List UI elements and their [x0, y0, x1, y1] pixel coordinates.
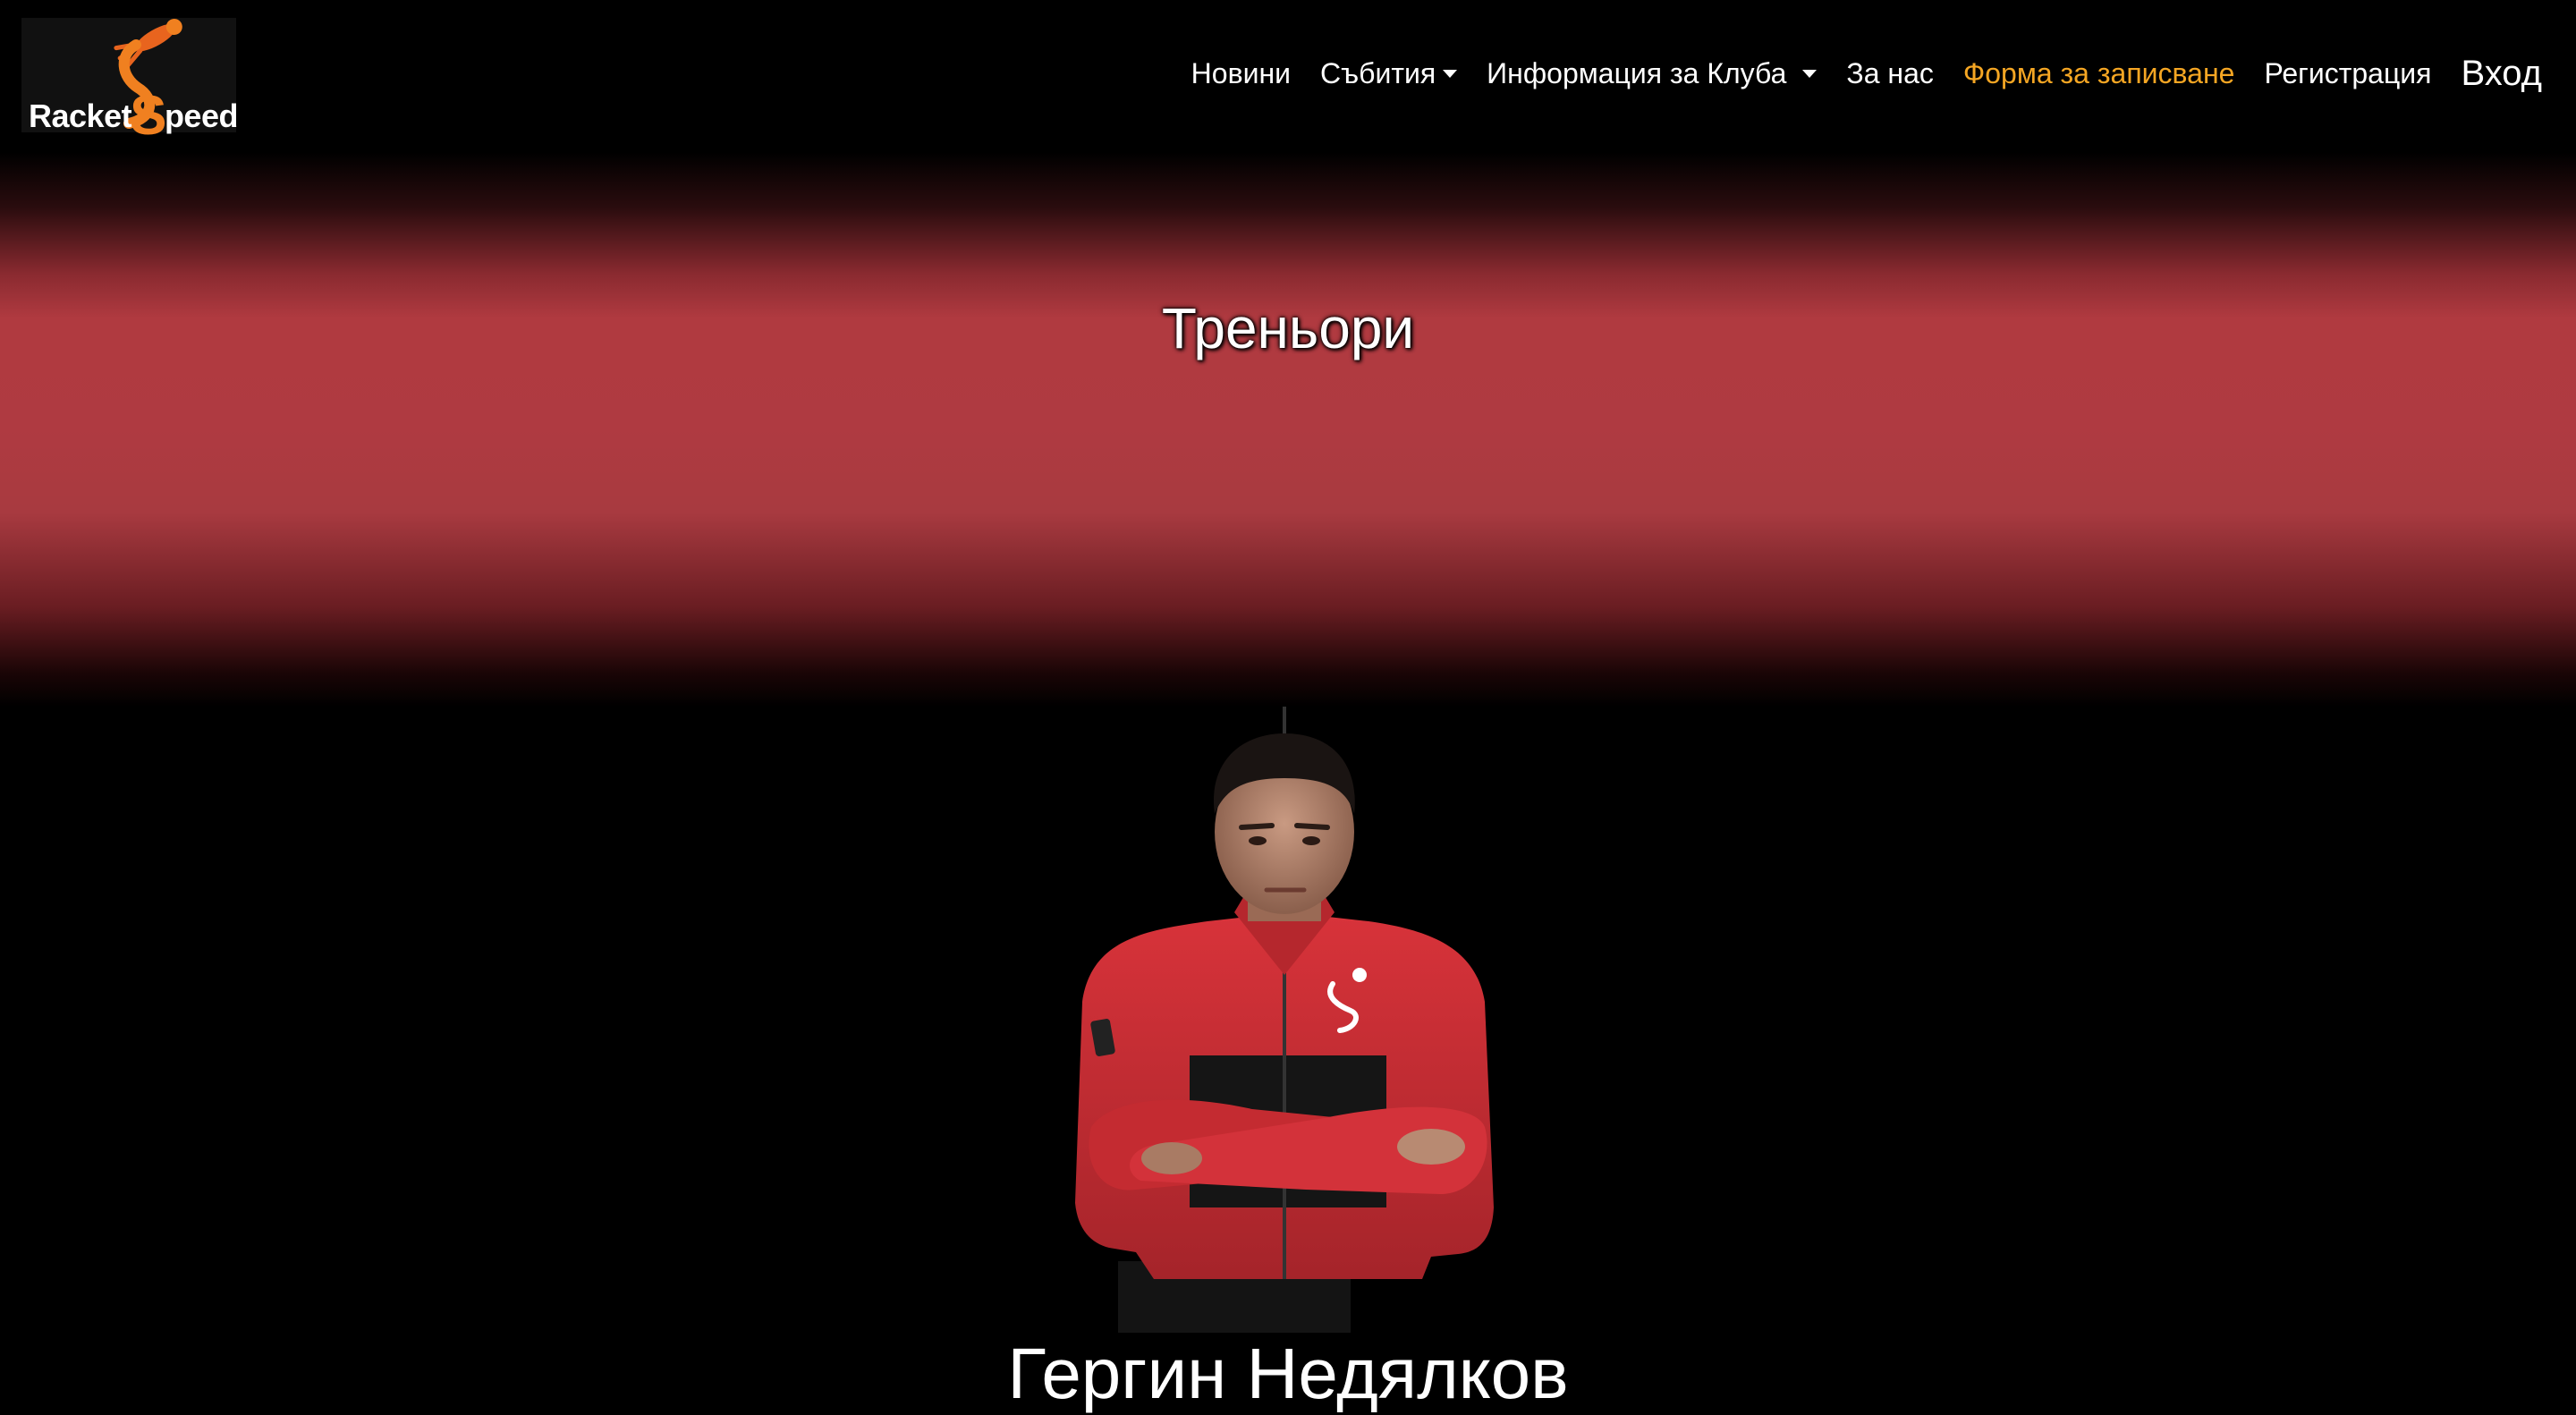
main-nav: Новини Събития Информация за Клуба За на…: [1162, 54, 2542, 94]
racketspeed-logo[interactable]: RacketSpeed: [21, 18, 238, 147]
nav-news[interactable]: Новини: [1191, 57, 1291, 90]
hero-banner: Треньори: [0, 152, 2576, 707]
nav-signup-form[interactable]: Форма за записване: [1963, 57, 2235, 90]
nav-events-label: Събития: [1320, 57, 1436, 89]
coach-photo: [1055, 707, 1521, 1333]
nav-register-label: Регистрация: [2264, 57, 2432, 89]
nav-club-info-dropdown[interactable]: Информация за Клуба: [1487, 57, 1818, 90]
nav-signup-form-label: Форма за записване: [1962, 57, 2235, 89]
nav-about-label: За нас: [1846, 57, 1934, 89]
nav-login[interactable]: Вход: [2462, 54, 2543, 94]
nav-events-dropdown[interactable]: Събития: [1320, 57, 1458, 90]
nav-news-label: Новини: [1191, 57, 1291, 89]
coach-name: Гергин Недялков: [1007, 1334, 1569, 1413]
page-title: Треньори: [1161, 296, 1415, 360]
caret-down-icon: [1443, 70, 1458, 78]
nav-login-label: Вход: [2461, 54, 2543, 93]
nav-about[interactable]: За нас: [1846, 57, 1933, 90]
logo-wordmark: RacketSpeed: [29, 85, 238, 147]
nav-register[interactable]: Регистрация: [2264, 57, 2431, 90]
caret-down-icon: [1802, 70, 1818, 78]
nav-club-info-label: Информация за Клуба: [1487, 57, 1787, 89]
navbar: RacketSpeed Новини Събития Информация за…: [0, 0, 2576, 152]
